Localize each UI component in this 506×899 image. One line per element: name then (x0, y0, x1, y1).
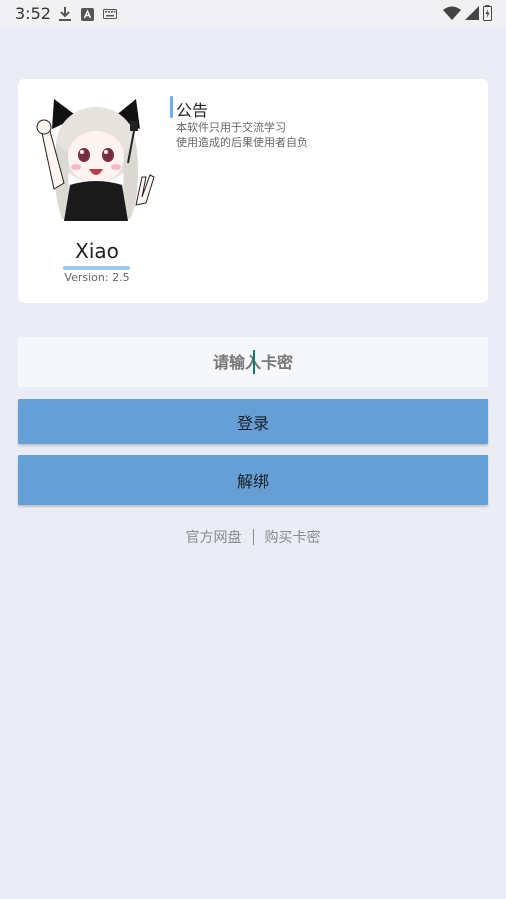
battery-charging-icon (483, 5, 492, 21)
a-icon (81, 7, 94, 21)
wifi-icon (443, 6, 461, 20)
buy-card-key-link[interactable]: 购买卡密 (265, 527, 321, 547)
keyboard-icon (103, 9, 117, 19)
notice-title: 公告 (176, 101, 209, 120)
login-button[interactable]: 登录 (18, 399, 488, 444)
avatar (36, 99, 155, 221)
app-name-underline (63, 266, 130, 270)
info-card: Xiao Version: 2.5 公告 本软件只用于交流学习 使用造成的后果使… (18, 79, 488, 303)
unbind-button[interactable]: 解绑 (18, 455, 488, 505)
notice-line-2: 使用造成的后果使用者自负 (176, 136, 308, 149)
signal-icon (465, 6, 479, 20)
footer-links: 官方网盘 购买卡密 (0, 527, 506, 547)
notice-line-1: 本软件只用于交流学习 (176, 121, 286, 134)
link-divider (252, 529, 254, 545)
status-time: 3:52 (15, 4, 51, 23)
status-icons-left (58, 6, 117, 22)
status-bar: 3:52 (0, 0, 506, 28)
download-icon (59, 7, 71, 21)
app-name: Xiao (75, 239, 119, 263)
notice-accent-bar (170, 96, 173, 118)
text-cursor (253, 350, 255, 374)
status-icons-right (443, 5, 492, 21)
card-key-input-box[interactable] (18, 337, 488, 387)
netdisk-link[interactable]: 官方网盘 (186, 527, 242, 547)
version-label: Version: 2.5 (64, 271, 130, 284)
